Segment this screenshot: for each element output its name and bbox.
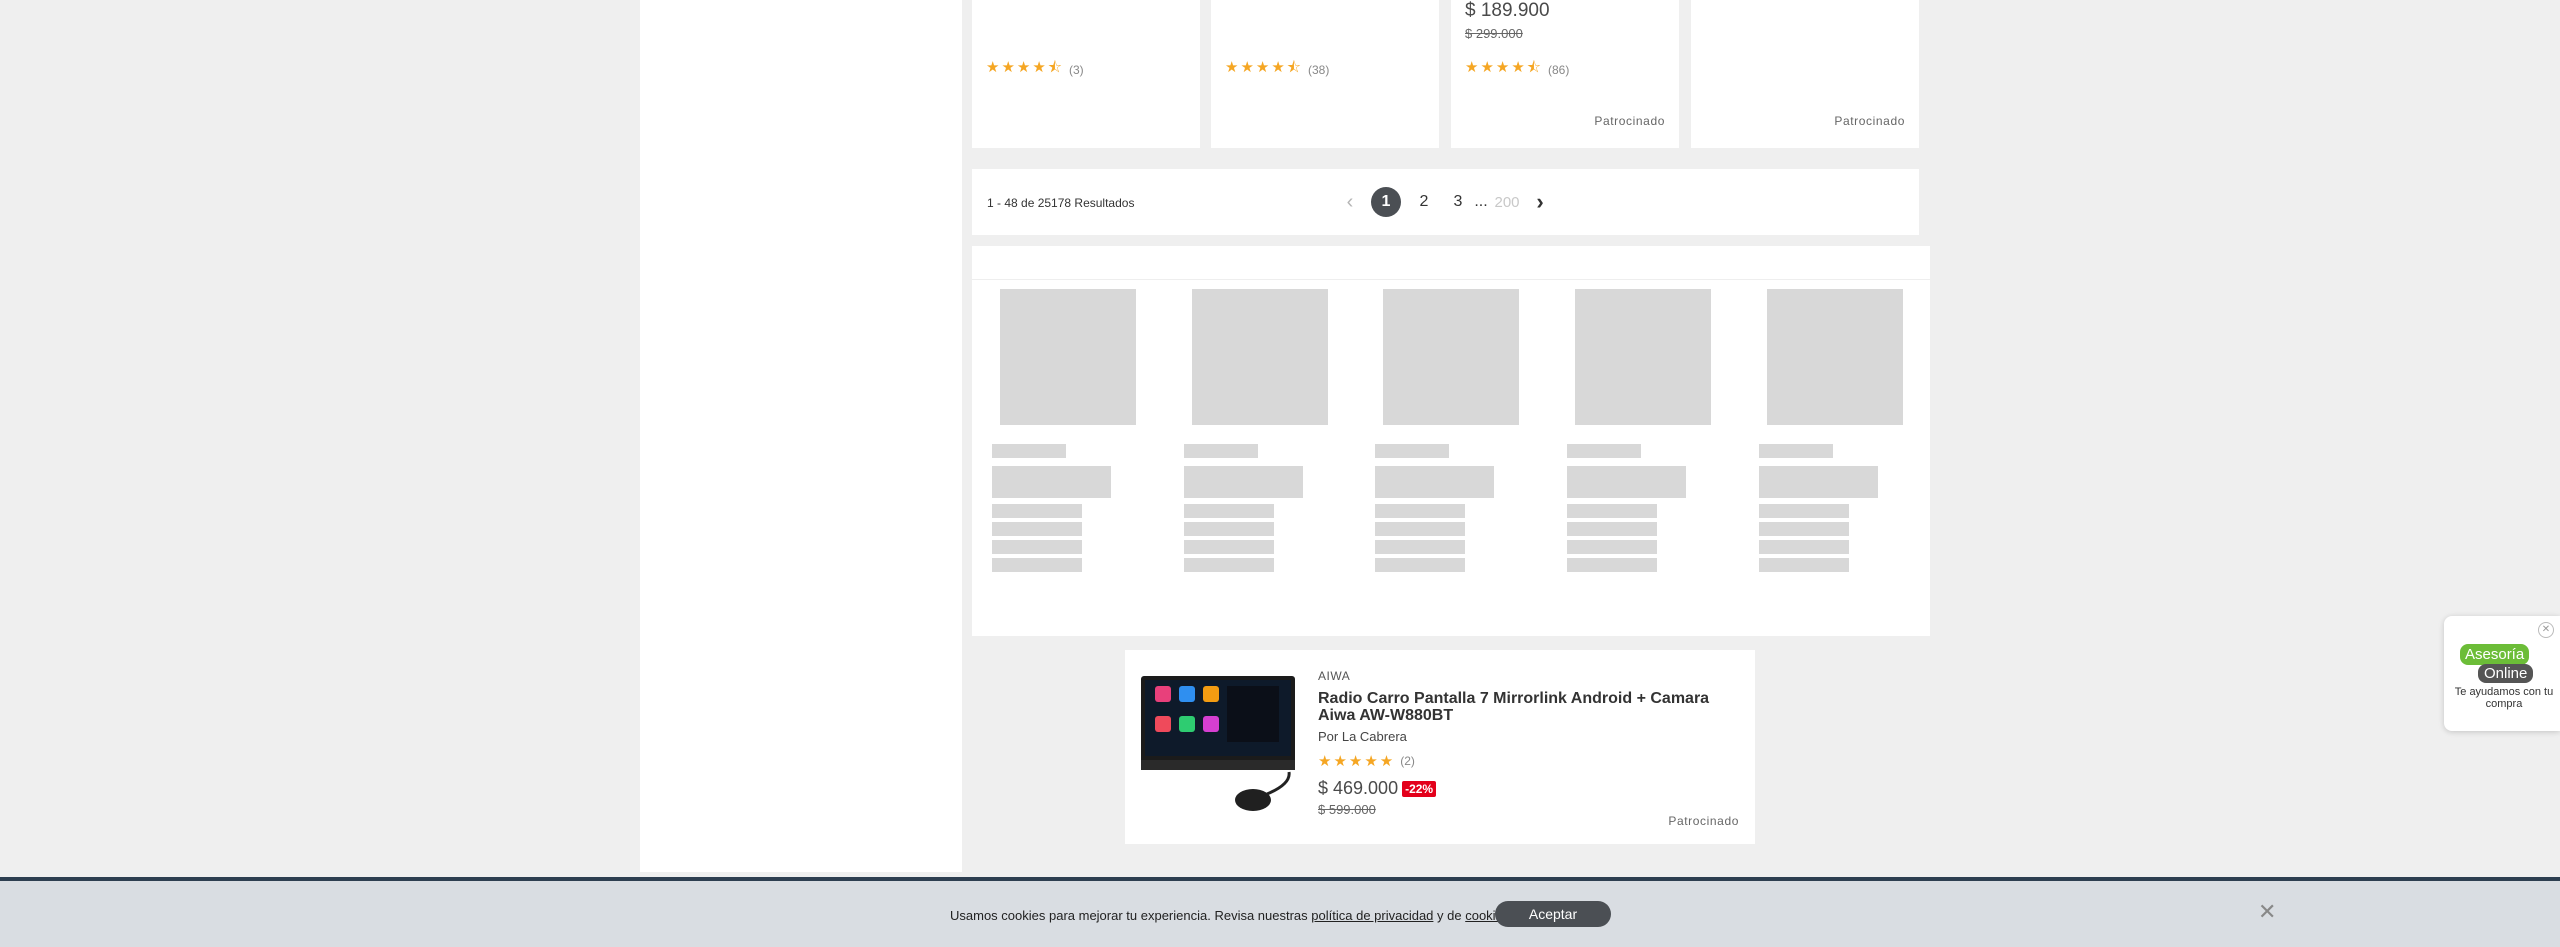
skeleton-line bbox=[1184, 540, 1274, 554]
product-card[interactable]: Patrocinado bbox=[1691, 0, 1919, 148]
product-price: $ 469.000 -22% bbox=[1318, 778, 1437, 799]
star-rating-icon: ★★★★⯪ bbox=[986, 59, 1064, 76]
sponsored-label: Patrocinado bbox=[1668, 814, 1739, 828]
product-image[interactable] bbox=[1141, 676, 1295, 816]
skeleton-line bbox=[1759, 558, 1849, 572]
skeleton-line bbox=[1567, 522, 1657, 536]
star-rating-icon: ★★★★★ bbox=[1318, 753, 1396, 770]
product-rating: ★★★★⯪ (38) bbox=[1225, 57, 1329, 82]
skeleton-line bbox=[1184, 504, 1274, 518]
rating-count: (86) bbox=[1548, 62, 1570, 77]
product-brand: AIWA bbox=[1318, 669, 1351, 683]
page-last-button[interactable]: 200 bbox=[1492, 187, 1522, 217]
product-seller: Por La Cabrera bbox=[1318, 729, 1407, 744]
skeleton-line bbox=[1759, 504, 1849, 518]
rating-count: (2) bbox=[1400, 754, 1415, 768]
privacy-policy-link[interactable]: política de privacidad bbox=[1311, 908, 1433, 923]
rating-count: (38) bbox=[1308, 62, 1330, 77]
skeleton-image bbox=[1192, 289, 1328, 425]
skeleton-line bbox=[1375, 558, 1465, 572]
skeleton-line bbox=[992, 504, 1082, 518]
chevron-right-icon[interactable]: › bbox=[1530, 187, 1550, 217]
skeleton-line bbox=[1567, 558, 1657, 572]
sponsored-label: Patrocinado bbox=[1594, 114, 1665, 128]
product-rating: ★★★★⯪ (86) bbox=[1465, 57, 1569, 82]
cookie-text: Usamos cookies para mejorar tu experienc… bbox=[950, 908, 1312, 923]
chat-bubble-label: Online bbox=[2478, 664, 2534, 683]
skeleton-image bbox=[1383, 289, 1519, 425]
skeleton-line bbox=[1567, 444, 1641, 458]
close-icon[interactable]: ✕ bbox=[2538, 622, 2554, 638]
skeleton-line bbox=[992, 444, 1066, 458]
page-1-button[interactable]: 1 bbox=[1371, 187, 1401, 217]
cookie-message: Usamos cookies para mejorar tu experienc… bbox=[950, 908, 1513, 923]
product-old-price: $ 599.000 bbox=[1318, 802, 1376, 817]
left-filter-column bbox=[640, 0, 962, 872]
product-title[interactable]: Radio Carro Pantalla 7 Mirrorlink Androi… bbox=[1318, 690, 1738, 724]
product-old-price: $ 299.000 bbox=[1465, 26, 1523, 41]
skeleton-line bbox=[1184, 444, 1258, 458]
skeleton-line bbox=[1184, 558, 1274, 572]
online-advisor-widget[interactable]: ✕ Asesoría Online Te ayudamos con tu com… bbox=[2444, 616, 2560, 731]
cookie-text: y de bbox=[1433, 908, 1466, 923]
divider bbox=[972, 279, 1930, 280]
skeleton-line bbox=[1375, 522, 1465, 536]
chat-help-text: Te ayudamos con tu compra bbox=[2454, 686, 2554, 710]
star-rating-icon: ★★★★⯪ bbox=[1225, 59, 1303, 76]
skeleton-line bbox=[1184, 466, 1303, 498]
skeleton-line bbox=[992, 540, 1082, 554]
discount-badge: -22% bbox=[1402, 780, 1437, 797]
price-value: $ 469.000 bbox=[1318, 778, 1399, 798]
product-price: $ 189.900 bbox=[1465, 0, 1550, 21]
product-card[interactable]: $ 189.900 $ 299.000 ★★★★⯪ (86) Patrocina… bbox=[1451, 0, 1679, 148]
loading-skeleton-carousel bbox=[972, 246, 1930, 636]
rating-count: (3) bbox=[1069, 62, 1084, 77]
skeleton-line bbox=[1759, 466, 1878, 498]
skeleton-line bbox=[1375, 444, 1449, 458]
skeleton-image bbox=[1000, 289, 1136, 425]
pagination-bar: 1 - 48 de 25178 Resultados ‹ 1 2 3 ... 2… bbox=[972, 169, 1919, 235]
page-3-button[interactable]: 3 bbox=[1448, 187, 1468, 217]
accept-cookies-button[interactable]: Aceptar bbox=[1495, 901, 1611, 927]
skeleton-line bbox=[1759, 444, 1833, 458]
skeleton-line bbox=[1759, 522, 1849, 536]
sponsored-product-card[interactable]: AIWA Radio Carro Pantalla 7 Mirrorlink A… bbox=[1125, 650, 1755, 844]
sponsored-label: Patrocinado bbox=[1834, 114, 1905, 128]
skeleton-image bbox=[1575, 289, 1711, 425]
product-rating: ★★★★⯪ (3) bbox=[986, 57, 1084, 82]
product-rating: ★★★★★ (2) bbox=[1318, 752, 1415, 770]
skeleton-line bbox=[1375, 504, 1465, 518]
skeleton-line bbox=[1375, 466, 1494, 498]
chevron-left-icon[interactable]: ‹ bbox=[1340, 187, 1360, 217]
product-card[interactable]: ★★★★⯪ (3) bbox=[972, 0, 1200, 148]
skeleton-line bbox=[1567, 540, 1657, 554]
skeleton-line bbox=[992, 558, 1082, 572]
pagination-ellipsis: ... bbox=[1474, 193, 1488, 210]
results-count: 1 - 48 de 25178 Resultados bbox=[987, 196, 1135, 210]
cookie-banner: Usamos cookies para mejorar tu experienc… bbox=[0, 877, 2560, 947]
skeleton-line bbox=[992, 522, 1082, 536]
skeleton-line bbox=[1567, 466, 1686, 498]
skeleton-line bbox=[1184, 522, 1274, 536]
chat-bubble-label: Asesoría bbox=[2460, 644, 2530, 665]
skeleton-line bbox=[1375, 540, 1465, 554]
page-2-button[interactable]: 2 bbox=[1414, 187, 1434, 217]
skeleton-line bbox=[1759, 540, 1849, 554]
product-card[interactable]: ★★★★⯪ (38) bbox=[1211, 0, 1439, 148]
skeleton-image bbox=[1767, 289, 1903, 425]
close-icon[interactable]: ✕ bbox=[2258, 899, 2276, 925]
skeleton-line bbox=[1567, 504, 1657, 518]
star-rating-icon: ★★★★⯪ bbox=[1465, 59, 1543, 76]
skeleton-line bbox=[992, 466, 1111, 498]
